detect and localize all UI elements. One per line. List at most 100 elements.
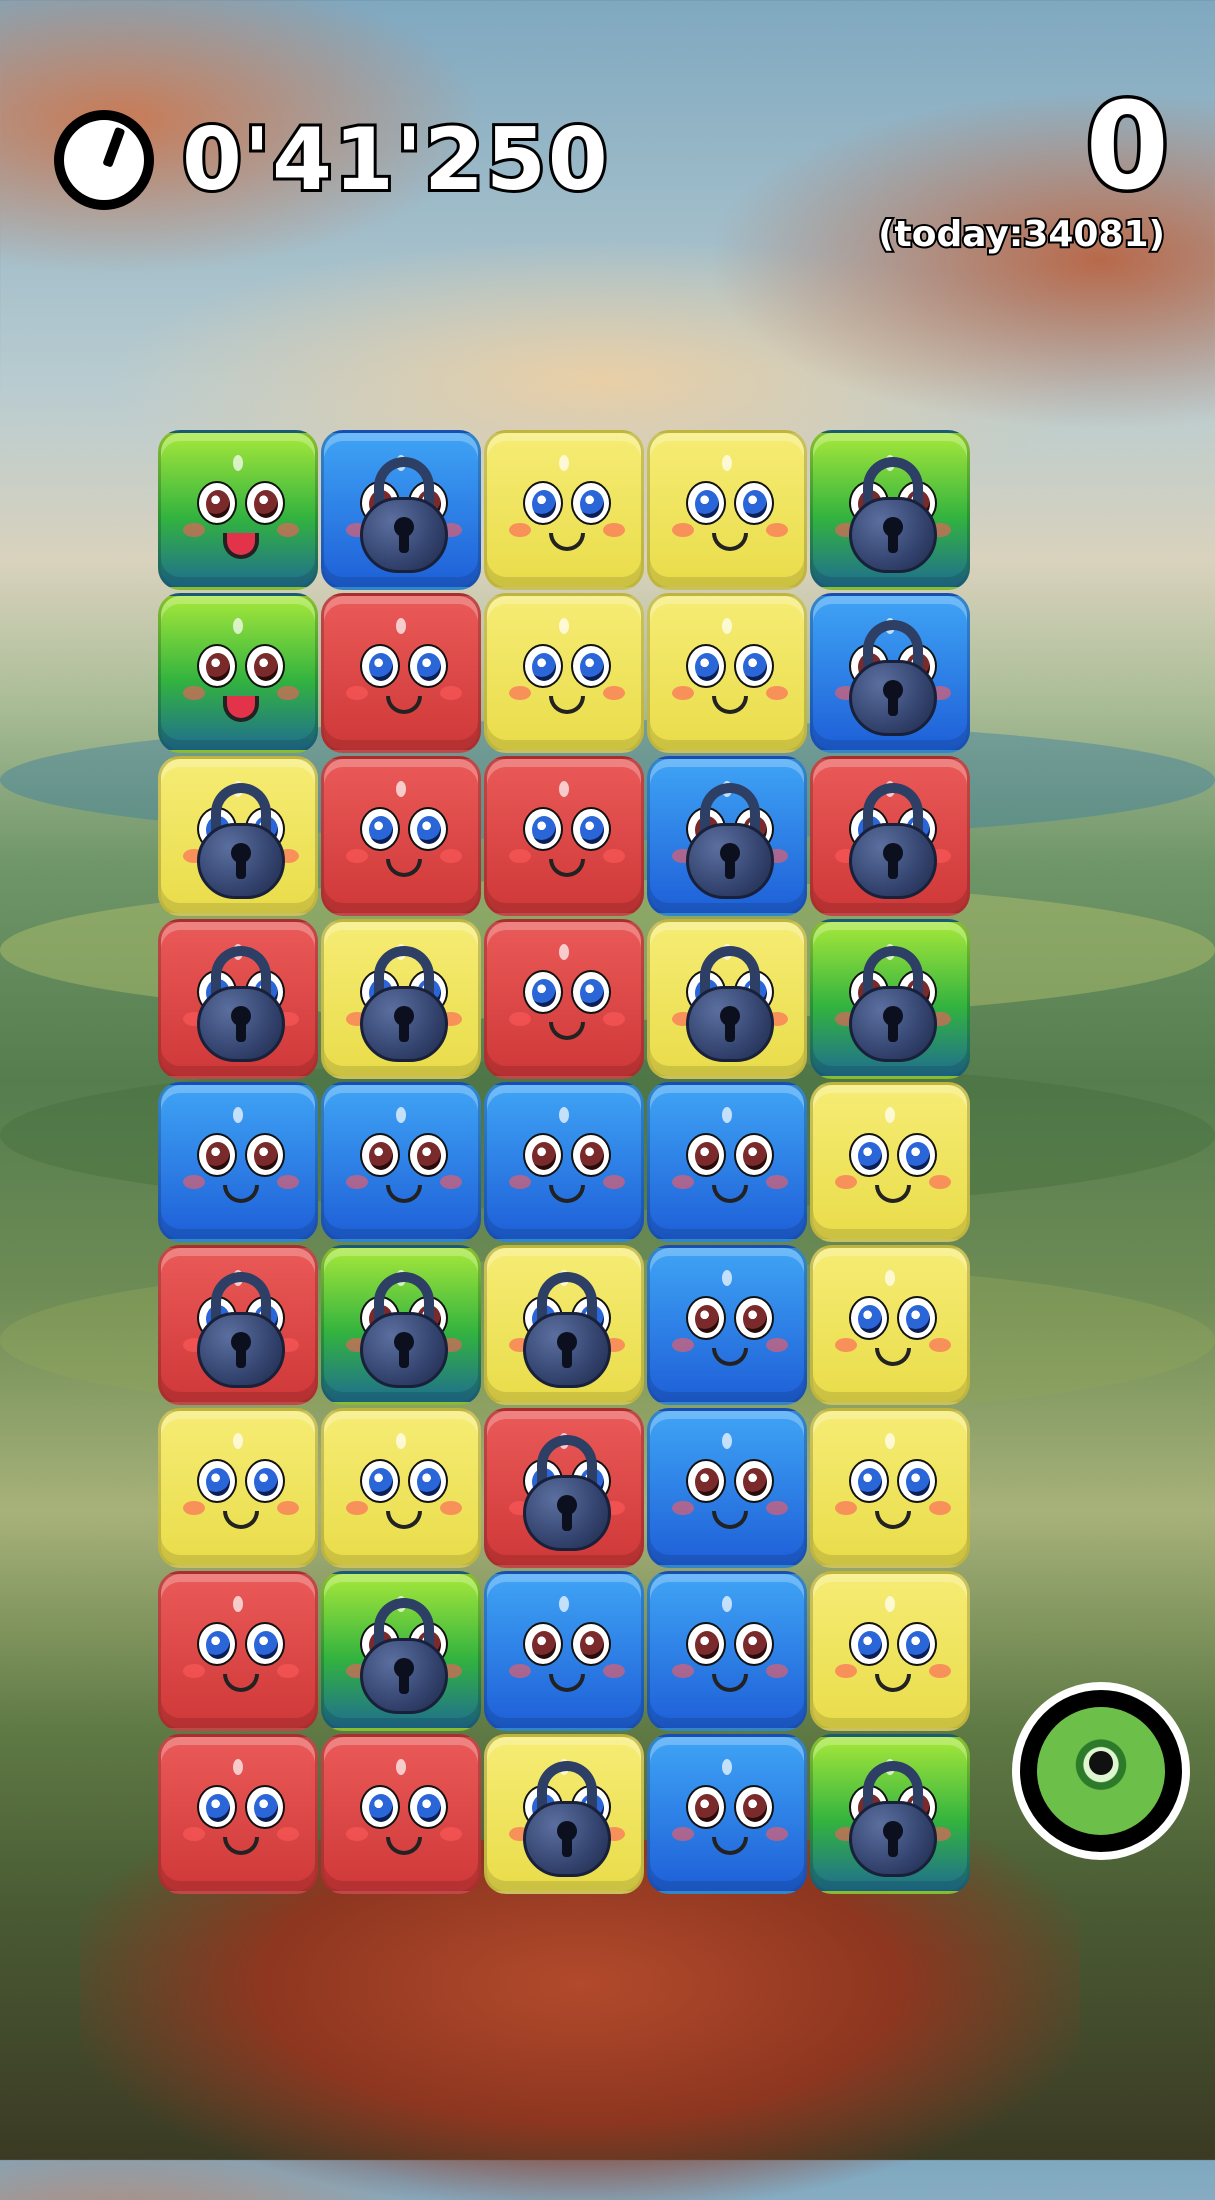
tile-blue-r9c4[interactable] xyxy=(647,1734,807,1894)
tile-yellow-locked-r4c2[interactable] xyxy=(321,919,481,1079)
tile-mouth xyxy=(386,859,422,877)
tile-yellow-r7c2[interactable] xyxy=(321,1408,481,1568)
tile-blue-r8c3[interactable] xyxy=(484,1571,644,1731)
tile-blue-r7c4[interactable] xyxy=(647,1408,807,1568)
tile-yellow-r6c5[interactable] xyxy=(810,1245,970,1405)
tile-eye xyxy=(245,644,285,688)
tile-shine xyxy=(885,1107,895,1123)
tile-eye xyxy=(245,1459,285,1503)
tile-mouth xyxy=(549,533,585,551)
tile-red-r3c3[interactable] xyxy=(484,756,644,916)
tile-eye xyxy=(734,644,774,688)
tile-mouth xyxy=(223,1674,259,1692)
character-button[interactable] xyxy=(1012,1682,1190,1860)
padlock-icon xyxy=(523,1761,611,1877)
tile-eye xyxy=(523,481,563,525)
tile-shine xyxy=(722,1107,732,1123)
tile-red-r4c3[interactable] xyxy=(484,919,644,1079)
tile-blue-r5c2[interactable] xyxy=(321,1082,481,1242)
tile-yellow-r5c5[interactable] xyxy=(810,1082,970,1242)
tile-cheek xyxy=(509,523,531,537)
tile-shine xyxy=(559,1596,569,1612)
tile-blue-r5c1[interactable] xyxy=(158,1082,318,1242)
tile-green-locked-r4c5[interactable] xyxy=(810,919,970,1079)
tile-yellow-locked-r4c4[interactable] xyxy=(647,919,807,1079)
tile-eye xyxy=(245,1785,285,1829)
tile-green-r2c1[interactable] xyxy=(158,593,318,753)
tile-yellow-r7c5[interactable] xyxy=(810,1408,970,1568)
tile-eye xyxy=(849,1133,889,1177)
tile-eye xyxy=(523,807,563,851)
tile-eye xyxy=(408,1133,448,1177)
tile-eye xyxy=(197,1459,237,1503)
tile-eye xyxy=(360,807,400,851)
tile-yellow-r7c1[interactable] xyxy=(158,1408,318,1568)
tile-cheek xyxy=(440,1501,462,1515)
tile-eye xyxy=(734,481,774,525)
tile-green-locked-r9c5[interactable] xyxy=(810,1734,970,1894)
tile-yellow-r8c5[interactable] xyxy=(810,1571,970,1731)
tile-cheek xyxy=(672,1338,694,1352)
tile-cheek xyxy=(346,1827,368,1841)
tile-eye xyxy=(571,970,611,1014)
tile-shine xyxy=(559,944,569,960)
tile-shine xyxy=(233,1433,243,1449)
tile-red-r8c1[interactable] xyxy=(158,1571,318,1731)
timer-text: 0'41'250 xyxy=(179,107,611,213)
tile-eye xyxy=(197,1785,237,1829)
tile-eye xyxy=(897,1459,937,1503)
tile-shine xyxy=(722,455,732,471)
tile-eye xyxy=(523,970,563,1014)
tile-green-locked-r6c2[interactable] xyxy=(321,1245,481,1405)
tile-cheek xyxy=(509,849,531,863)
tile-blue-locked-r1c2[interactable] xyxy=(321,430,481,590)
tile-yellow-locked-r3c1[interactable] xyxy=(158,756,318,916)
tile-red-locked-r7c3[interactable] xyxy=(484,1408,644,1568)
tile-cheek xyxy=(509,686,531,700)
tile-red-r2c2[interactable] xyxy=(321,593,481,753)
tile-eye xyxy=(897,1133,937,1177)
tile-red-locked-r6c1[interactable] xyxy=(158,1245,318,1405)
tile-shine xyxy=(233,455,243,471)
padlock-icon xyxy=(197,1272,285,1388)
tile-yellow-r2c4[interactable] xyxy=(647,593,807,753)
tile-cheek xyxy=(603,1664,625,1678)
today-score: (today:34081) xyxy=(876,212,1167,257)
tile-eye xyxy=(686,1622,726,1666)
tile-yellow-r1c3[interactable] xyxy=(484,430,644,590)
tile-green-r1c1[interactable] xyxy=(158,430,318,590)
tile-green-locked-r8c2[interactable] xyxy=(321,1571,481,1731)
padlock-icon xyxy=(849,783,937,899)
tile-mouth xyxy=(386,1837,422,1855)
tile-yellow-locked-r6c3[interactable] xyxy=(484,1245,644,1405)
tile-red-locked-r3c5[interactable] xyxy=(810,756,970,916)
tile-cheek xyxy=(346,1175,368,1189)
tile-blue-r6c4[interactable] xyxy=(647,1245,807,1405)
tile-blue-locked-r3c4[interactable] xyxy=(647,756,807,916)
tile-cheek xyxy=(835,1338,857,1352)
tile-yellow-r2c3[interactable] xyxy=(484,593,644,753)
tile-eye xyxy=(897,1296,937,1340)
tile-green-locked-r1c5[interactable] xyxy=(810,430,970,590)
tile-red-locked-r4c1[interactable] xyxy=(158,919,318,1079)
tile-blue-r5c3[interactable] xyxy=(484,1082,644,1242)
tile-yellow-locked-r9c3[interactable] xyxy=(484,1734,644,1894)
padlock-icon xyxy=(686,783,774,899)
tile-red-r9c1[interactable] xyxy=(158,1734,318,1894)
padlock-icon xyxy=(523,1272,611,1388)
tile-yellow-r1c4[interactable] xyxy=(647,430,807,590)
tile-cheek xyxy=(603,523,625,537)
tile-cheek xyxy=(672,686,694,700)
tile-blue-locked-r2c5[interactable] xyxy=(810,593,970,753)
tile-red-r9c2[interactable] xyxy=(321,1734,481,1894)
tile-mouth xyxy=(549,1185,585,1203)
tile-blue-r5c4[interactable] xyxy=(647,1082,807,1242)
tile-eye xyxy=(197,644,237,688)
tile-shine xyxy=(722,618,732,634)
tile-cheek xyxy=(603,686,625,700)
tile-blue-r8c4[interactable] xyxy=(647,1571,807,1731)
tile-cheek xyxy=(672,1827,694,1841)
tile-red-r3c2[interactable] xyxy=(321,756,481,916)
tile-mouth xyxy=(386,1185,422,1203)
tile-cheek xyxy=(835,1175,857,1189)
